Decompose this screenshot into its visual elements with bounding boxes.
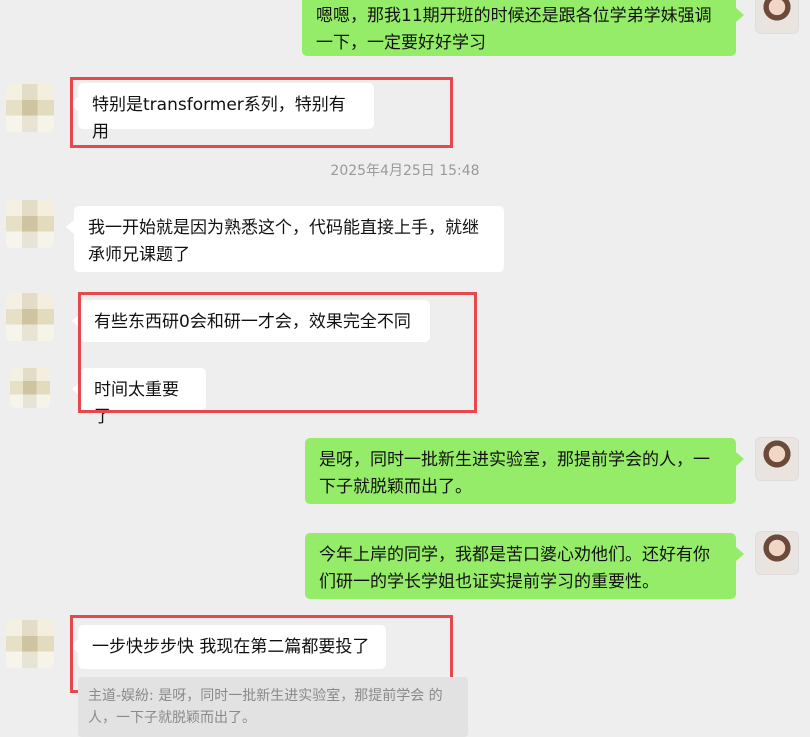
message-bubble-right: 嗯嗯，那我11期开班的时候还是跟各位学弟学妹强调 一下，一定要好好学习	[302, 0, 744, 56]
timestamp: 2025年4月25日 15:48	[330, 163, 480, 179]
message-bubble-left: 有些东西研0会和研一才会，效果完全不同	[72, 300, 430, 342]
user-avatar[interactable]	[755, 531, 799, 575]
quoted-message[interactable]: 主道-娱紛: 是呀，同时一批新生进实验室，那提前学会 的人，一下子就脱颖而出了。	[78, 677, 468, 737]
contact-avatar[interactable]	[6, 620, 54, 668]
user-avatar[interactable]	[755, 437, 799, 481]
message-bubble-left: 时间太重要了	[72, 368, 206, 427]
contact-avatar[interactable]	[10, 368, 50, 408]
user-avatar[interactable]	[755, 0, 799, 34]
contact-avatar[interactable]	[6, 293, 54, 341]
message-bubble-right: 是呀，同时一批新生进实验室，那提前学会的人，一 下子就脱颖而出了。	[305, 438, 744, 504]
message-bubble-left: 我一开始就是因为熟悉这个，代码能直接上手，就继 承师兄课题了	[66, 206, 504, 272]
contact-avatar[interactable]	[6, 200, 54, 248]
message-bubble-right: 今年上岸的同学，我都是苦口婆心劝他们。还好有你 们研一的学长学姐也证实提前学习的…	[305, 533, 744, 599]
message-bubble-left: 一步快步步快 我现在第二篇都要投了	[70, 625, 386, 669]
contact-avatar[interactable]	[6, 84, 54, 132]
message-bubble-left: 特别是transformer系列，特别有用	[70, 83, 374, 142]
